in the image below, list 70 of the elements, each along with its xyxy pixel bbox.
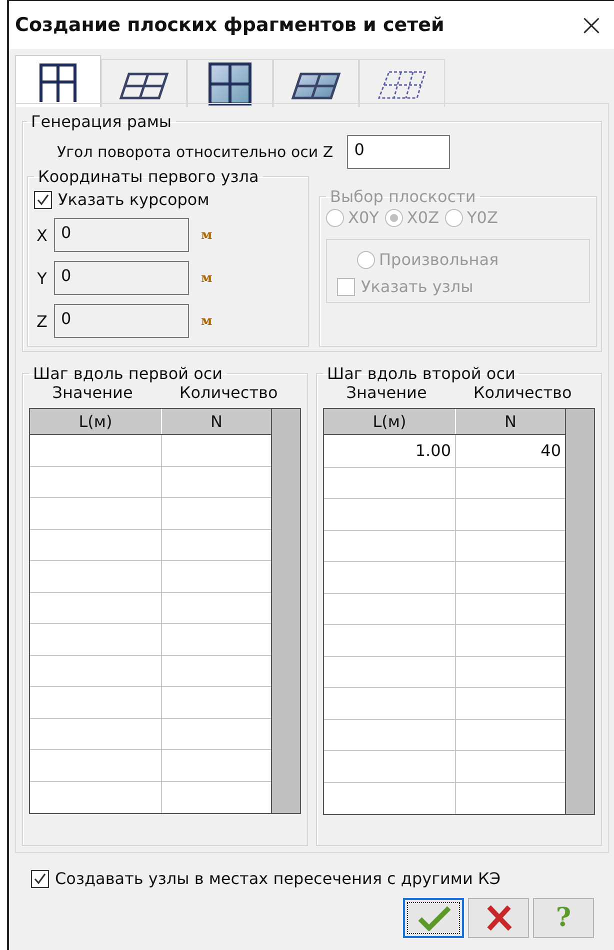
radio-label: Произвольная: [379, 250, 499, 269]
axis-label: Y: [36, 268, 48, 288]
tab[interactable]: [15, 55, 101, 107]
tab[interactable]: [273, 59, 359, 107]
empty-row[interactable]: [324, 751, 565, 782]
column-header: N: [504, 411, 518, 433]
coordinate-input[interactable]: 0: [54, 261, 189, 295]
column-caption: Количество: [473, 383, 572, 402]
empty-row[interactable]: [324, 562, 565, 594]
checkbox-label: Указать узлы: [361, 277, 474, 296]
column-caption: Значение: [52, 383, 133, 402]
group-title: Шаг вдоль первой оси: [32, 364, 224, 383]
radio-label: X0Y: [348, 208, 379, 227]
checkmark-icon: [416, 905, 450, 931]
group-title: Шаг вдоль второй оси: [326, 364, 516, 383]
ok-button[interactable]: [403, 898, 464, 938]
empty-row[interactable]: [30, 592, 271, 624]
checkbox[interactable]: [31, 870, 49, 888]
column-caption: Значение: [346, 383, 427, 402]
empty-row[interactable]: [30, 624, 271, 656]
checkbox-label: Создавать узлы в местах пересечения с другими КЭ: [55, 869, 501, 888]
empty-row[interactable]: [324, 656, 565, 688]
frame-icon: [38, 62, 78, 102]
close-icon: [484, 904, 512, 932]
checkbox[interactable]: [34, 190, 52, 208]
empty-row[interactable]: [324, 720, 565, 751]
empty-row[interactable]: [30, 687, 271, 718]
empty-row[interactable]: [324, 499, 565, 530]
empty-row[interactable]: [324, 625, 565, 656]
empty-row[interactable]: [30, 656, 271, 687]
empty-row[interactable]: [30, 435, 271, 466]
empty-row[interactable]: [324, 594, 565, 625]
tab[interactable]: [187, 59, 273, 107]
empty-row[interactable]: [30, 466, 271, 498]
window-title: Создание плоских фрагментов и сетей: [15, 14, 444, 36]
empty-row[interactable]: [324, 530, 565, 562]
unit-label: м: [201, 270, 212, 286]
column-header: L(м): [30, 409, 162, 434]
radio-label: X0Z: [406, 208, 440, 227]
checkbox-label: Указать курсором: [58, 190, 210, 209]
angle-label: Угол поворота относительно оси Z: [57, 143, 334, 161]
empty-row[interactable]: [30, 561, 271, 592]
coordinate-input[interactable]: 0: [54, 304, 189, 338]
empty-row[interactable]: [30, 498, 271, 530]
column-caption: Количество: [179, 383, 278, 402]
empty-row[interactable]: [30, 782, 271, 813]
axis-label: X: [36, 226, 48, 244]
empty-row[interactable]: [30, 718, 271, 750]
angle-input[interactable]: 0: [347, 135, 450, 169]
empty-row[interactable]: [324, 688, 565, 720]
cancel-button[interactable]: [468, 898, 529, 938]
empty-row[interactable]: [324, 782, 565, 814]
column-header: N: [210, 411, 224, 433]
unit-label: м: [201, 314, 212, 328]
group-title: Выбор плоскости: [329, 187, 477, 206]
column-header: L(м): [324, 409, 456, 434]
empty-row[interactable]: [30, 750, 271, 782]
group-title: Координаты первого узла: [37, 167, 260, 186]
axis-label: Z: [36, 312, 48, 330]
empty-row[interactable]: [324, 468, 565, 499]
radio-label: Y0Z: [467, 208, 498, 227]
empty-row[interactable]: [30, 530, 271, 561]
close-button[interactable]: ×: [572, 8, 610, 42]
table-cell[interactable]: 40: [456, 435, 565, 466]
unit-label: м: [201, 228, 212, 242]
plate-icon: [208, 62, 252, 106]
table-cell[interactable]: 1.00: [324, 435, 456, 466]
coordinate-input[interactable]: 0: [54, 218, 189, 252]
tab[interactable]: [101, 59, 187, 107]
group-title: Генерация рамы: [30, 112, 173, 131]
